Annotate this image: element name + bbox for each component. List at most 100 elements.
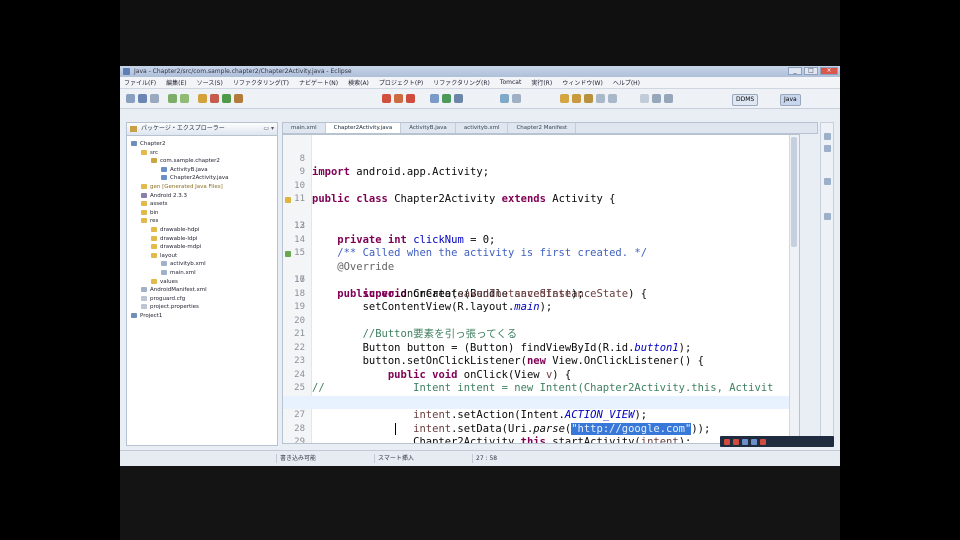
pin-editor-icon[interactable] — [572, 94, 581, 103]
save-icon[interactable] — [138, 94, 147, 103]
back-icon[interactable] — [596, 94, 605, 103]
menu-tomcat[interactable]: Tomcat — [500, 79, 522, 86]
perspective-ddms[interactable]: DDMS — [732, 94, 759, 106]
run-icon[interactable] — [222, 94, 231, 103]
tree-item-proguard[interactable]: proguard.cfg — [127, 295, 277, 304]
menu-source[interactable]: ソース(S) — [197, 78, 223, 87]
tomcat-start-icon[interactable] — [394, 94, 403, 103]
tree-item-assets[interactable]: assets — [127, 200, 277, 209]
folder-icon — [141, 201, 147, 207]
tree-item-project-properties[interactable]: project.properties — [127, 303, 277, 312]
stop-icon[interactable] — [382, 94, 391, 103]
tray-app-icon[interactable] — [733, 438, 739, 445]
menu-run[interactable]: 実行(R) — [531, 78, 552, 87]
tree-item-package[interactable]: com.sample.chapter2 — [127, 157, 277, 166]
tree-item-gen[interactable]: gen [Generated Java Files] — [127, 183, 277, 192]
tree-item-chapter2activity-java[interactable]: Chapter2Activity.java — [127, 174, 277, 183]
tree-item-drawable-mdpi[interactable]: drawable-mdpi — [127, 243, 277, 252]
tree-item-activityb-xml[interactable]: activityb.xml — [127, 260, 277, 269]
tree-item-src[interactable]: src — [127, 149, 277, 158]
android-sdk-icon[interactable] — [168, 94, 177, 103]
debug-icon[interactable] — [210, 94, 219, 103]
tree-item-res[interactable]: res — [127, 217, 277, 226]
tab-activityb-xml[interactable]: activityb.xml — [456, 123, 509, 133]
tab-chapter2-manifest[interactable]: Chapter2 Manifest — [508, 123, 577, 133]
open-perspective-icon[interactable] — [640, 94, 649, 103]
tree-item-layout[interactable]: layout — [127, 252, 277, 261]
java-file-icon — [161, 166, 167, 172]
code-line-17: 17 super.onCreate(savedInstanceState); — [294, 275, 584, 300]
layout-icon[interactable] — [664, 94, 673, 103]
code-line-22: 22 button.setOnClickListener(new View.On… — [294, 342, 704, 368]
prev-annotation-icon[interactable] — [512, 94, 521, 103]
minimized-view-icon[interactable] — [824, 213, 831, 220]
tree-item-activityb-java[interactable]: ActivityB.java — [127, 166, 277, 175]
code-line-26: 26 intent.setAction(Intent.ACTION_VIEW); — [283, 382, 799, 422]
open-type-icon[interactable] — [430, 94, 439, 103]
print-icon[interactable] — [150, 94, 159, 103]
perspective-java[interactable]: Java — [780, 94, 801, 106]
code-editor[interactable]: 8 import android.app.Activity; 9 10 publ… — [282, 134, 800, 444]
folder-icon — [141, 149, 147, 155]
tray-app-icon[interactable] — [751, 438, 757, 445]
view-menu-icon[interactable]: ▭ ▾ — [263, 123, 274, 135]
new-package-icon[interactable] — [198, 94, 207, 103]
tree-item-chapter2[interactable]: Chapter2 — [127, 140, 277, 149]
folder-icon — [141, 183, 147, 189]
menu-refactoring[interactable]: リファクタリング(R) — [433, 78, 490, 87]
menu-navigate[interactable]: ナビゲート(N) — [299, 78, 338, 87]
tree-item-main-xml[interactable]: main.xml — [127, 269, 277, 278]
warning-marker-icon[interactable] — [285, 197, 291, 203]
menu-help[interactable]: ヘルプ(H) — [613, 78, 640, 87]
close-icon[interactable]: × — [820, 67, 838, 75]
menu-project[interactable]: プロジェクト(P) — [379, 78, 423, 87]
tree-item-values[interactable]: values — [127, 278, 277, 287]
tree-item-bin[interactable]: bin — [127, 209, 277, 218]
tab-main-xml[interactable]: main.xml — [283, 123, 326, 133]
tree-item-drawable-ldpi[interactable]: drawable-ldpi — [127, 235, 277, 244]
external-tools-icon[interactable] — [234, 94, 243, 103]
run-last-icon[interactable] — [442, 94, 451, 103]
tomcat-stop-icon[interactable] — [406, 94, 415, 103]
package-explorer-tab[interactable]: パッケージ・エクスプローラー ▭ ▾ — [127, 123, 277, 136]
menu-bar: ファイル(F) 編集(E) ソース(S) リファクタリング(T) ナビゲート(N… — [120, 77, 840, 89]
tray-app-icon[interactable] — [760, 438, 766, 445]
menu-search[interactable]: 検索(A) — [348, 78, 369, 87]
eclipse-app-icon — [123, 68, 130, 75]
code-line-11: 11 — [294, 194, 305, 204]
file-icon — [141, 304, 147, 310]
tab-activityb-java[interactable]: ActivityB.java — [401, 123, 456, 133]
tray-app-icon[interactable] — [742, 438, 748, 445]
main-toolbar: DDMS Java — [120, 89, 840, 109]
toggle-icon[interactable] — [652, 94, 661, 103]
code-line-20: 20 //Button要素を引っ張ってくる — [294, 315, 518, 341]
package-explorer: パッケージ・エクスプローラー ▭ ▾ Chapter2 src com.samp… — [126, 122, 278, 446]
maximize-icon[interactable]: □ — [804, 67, 818, 75]
new-icon[interactable] — [126, 94, 135, 103]
tree-item-project1[interactable]: Project1 — [127, 312, 277, 321]
menu-file[interactable]: ファイル(F) — [124, 78, 156, 87]
minimize-icon[interactable]: _ — [788, 67, 802, 75]
tray-app-icon[interactable] — [724, 438, 730, 445]
forward-icon[interactable] — [608, 94, 617, 103]
tab-chapter2activity-java[interactable]: Chapter2Activity.java — [325, 123, 402, 133]
avd-manager-icon[interactable] — [180, 94, 189, 103]
restore-view-icon[interactable] — [824, 178, 831, 185]
package-icon — [151, 158, 157, 164]
tree-item-android-lib[interactable]: Android 2.3.3 — [127, 192, 277, 201]
menu-edit[interactable]: 編集(E) — [166, 78, 186, 87]
history-icon[interactable] — [584, 94, 593, 103]
editor-tab-bar: main.xml Chapter2Activity.java ActivityB… — [282, 122, 818, 134]
override-marker-icon[interactable] — [285, 251, 291, 257]
menu-window[interactable]: ウィンドウ(W) — [562, 78, 603, 87]
task-list-icon[interactable] — [824, 145, 831, 152]
next-annotation-icon[interactable] — [500, 94, 509, 103]
tree-item-drawable-hdpi[interactable]: drawable-hdpi — [127, 226, 277, 235]
editor-scrollbar[interactable] — [789, 135, 799, 443]
open-folder-icon[interactable] — [560, 94, 569, 103]
scrollbar-thumb[interactable] — [791, 137, 797, 247]
search-icon[interactable] — [454, 94, 463, 103]
tree-item-manifest[interactable]: AndroidManifest.xml — [127, 286, 277, 295]
menu-refactor[interactable]: リファクタリング(T) — [233, 78, 289, 87]
outline-view-icon[interactable] — [824, 133, 831, 140]
